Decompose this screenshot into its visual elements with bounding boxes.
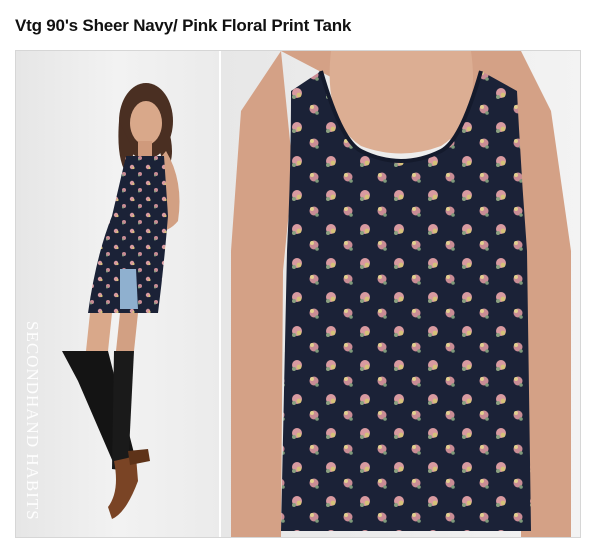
watermark-text: SECONDHAND HABITS [23, 321, 42, 521]
product-photo[interactable]: SECONDHAND HABITS [15, 50, 581, 538]
watermark-logo: SECONDHAND HABITS [18, 321, 48, 531]
model-full-body-photo: SECONDHAND HABITS [16, 51, 219, 537]
model-closeup-photo [221, 51, 580, 537]
product-title: Vtg 90's Sheer Navy/ Pink Floral Print T… [15, 16, 352, 35]
